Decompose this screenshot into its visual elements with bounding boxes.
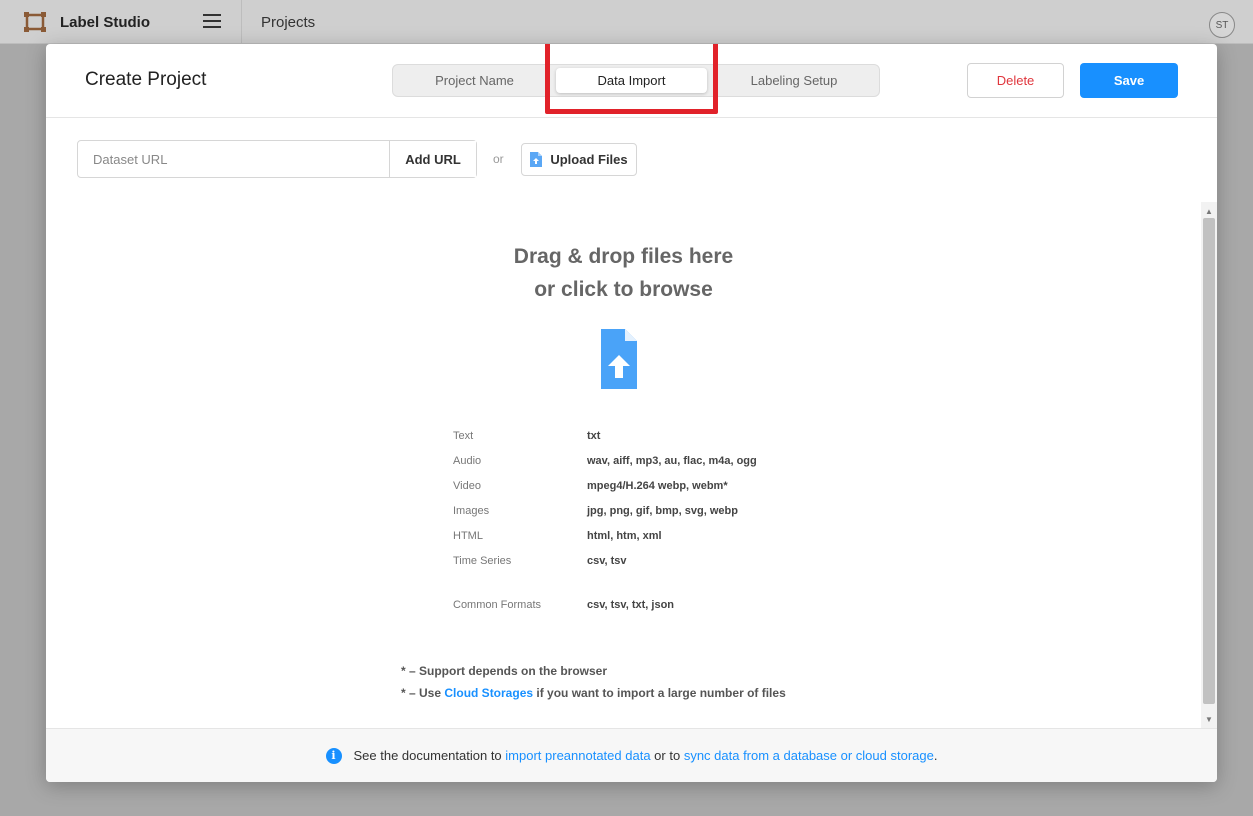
tab-data-import[interactable]: Data Import xyxy=(556,68,707,93)
format-row: HTML html, htm, xml xyxy=(453,529,662,542)
hamburger-menu-icon[interactable] xyxy=(203,14,221,28)
format-row: Video mpeg4/H.264 webp, webm* xyxy=(453,479,728,492)
user-avatar[interactable]: ST xyxy=(1209,12,1235,38)
format-row: Text txt xyxy=(453,429,601,442)
info-icon: i xyxy=(325,747,342,764)
scrollbar-thumb[interactable] xyxy=(1203,218,1215,704)
sync-data-link[interactable]: sync data from a database or cloud stora… xyxy=(684,748,934,763)
page-title: Create Project xyxy=(85,69,207,90)
app-title[interactable]: Label Studio xyxy=(60,14,150,31)
format-row: Audio wav, aiff, mp3, au, flac, m4a, ogg xyxy=(453,454,757,467)
scroll-down-arrow-icon[interactable]: ▼ xyxy=(1201,712,1217,726)
import-preannotated-data-link[interactable]: import preannotated data xyxy=(505,748,650,763)
cloud-storages-link[interactable]: Cloud Storages xyxy=(444,686,533,700)
upload-files-button[interactable]: Upload Files xyxy=(521,143,637,176)
create-project-modal: Create Project Project Name Data Import … xyxy=(46,44,1217,782)
drop-zone-title: Drag & drop files here or click to brows… xyxy=(46,240,1201,306)
dataset-url-input[interactable] xyxy=(78,141,389,177)
file-upload-icon xyxy=(601,329,637,389)
format-row: Images jpg, png, gif, bmp, svg, webp xyxy=(453,504,738,517)
format-row: Common Formats csv, tsv, txt, json xyxy=(453,598,675,611)
dataset-url-group: Add URL xyxy=(77,140,477,178)
tab-labeling-setup[interactable]: Labeling Setup xyxy=(707,65,881,96)
supported-formats-list: Text txt Audio wav, aiff, mp3, au, flac,… xyxy=(453,423,873,617)
modal-header: Create Project Project Name Data Import … xyxy=(46,44,1217,118)
tab-project-name[interactable]: Project Name xyxy=(393,65,556,96)
support-notes: * – Support depends on the browser * – U… xyxy=(401,660,786,704)
format-row: Time Series csv, tsv xyxy=(453,554,627,567)
topbar-divider xyxy=(241,0,242,44)
note-browser-support: * – Support depends on the browser xyxy=(401,664,608,678)
label-studio-logo-icon[interactable] xyxy=(24,12,46,32)
add-url-button[interactable]: Add URL xyxy=(389,141,476,177)
scroll-up-arrow-icon[interactable]: ▲ xyxy=(1201,204,1217,218)
step-tabs: Project Name Data Import Labeling Setup xyxy=(392,64,880,97)
drop-title-line2: or click to browse xyxy=(534,278,713,301)
or-label: or xyxy=(493,152,504,166)
modal-footer: i See the documentation to import preann… xyxy=(46,728,1217,782)
breadcrumb[interactable]: Projects xyxy=(261,14,315,31)
delete-button[interactable]: Delete xyxy=(967,63,1064,98)
save-button[interactable]: Save xyxy=(1080,63,1178,98)
file-drop-zone[interactable]: Drag & drop files here or click to brows… xyxy=(46,202,1201,728)
file-upload-icon xyxy=(530,152,543,167)
upload-files-label: Upload Files xyxy=(550,152,628,167)
top-bar: Label Studio Projects ST xyxy=(0,0,1253,44)
note-cloud-storage: * – Use Cloud Storages if you want to im… xyxy=(401,686,786,700)
dropzone-scrollbar[interactable]: ▲ ▼ xyxy=(1201,202,1217,728)
drop-title-line1: Drag & drop files here xyxy=(513,245,734,268)
